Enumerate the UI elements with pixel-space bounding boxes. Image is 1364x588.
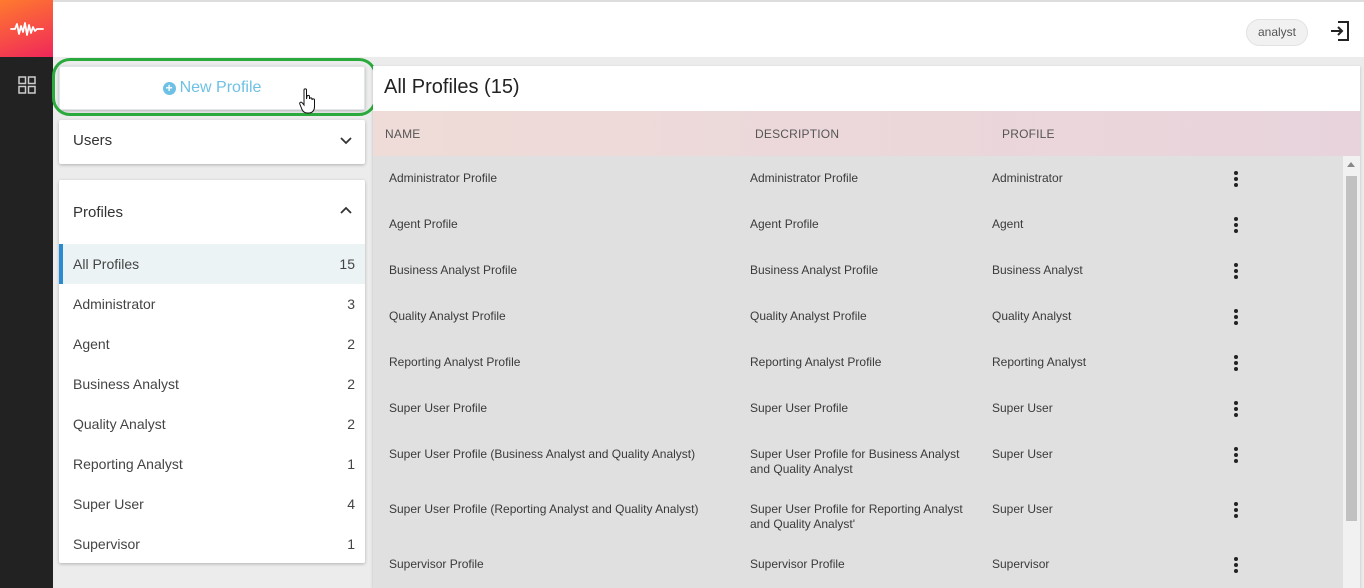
profile-filter-label: Supervisor [73, 536, 140, 552]
profile-filter-administrator[interactable]: Administrator 3 [59, 284, 365, 324]
table-row[interactable]: Business Analyst Profile Business Analys… [373, 248, 1343, 294]
table-row[interactable]: Quality Analyst Profile Quality Analyst … [373, 294, 1343, 340]
page-title: All Profiles (15) [384, 76, 520, 98]
profile-filter-count: 3 [347, 296, 355, 312]
row-menu-icon[interactable] [1231, 502, 1241, 520]
profile-filter-count: 2 [347, 376, 355, 392]
profile-filter-count: 15 [339, 256, 355, 272]
profile-filter-count: 4 [347, 496, 355, 512]
scrollbar-thumb[interactable] [1346, 176, 1357, 521]
profile-filter-count: 1 [347, 536, 355, 552]
cell-name: Super User Profile [389, 401, 488, 415]
cell-profile: Super User [992, 502, 1053, 516]
profile-filter-super-user[interactable]: Super User 4 [59, 484, 365, 524]
row-menu-icon[interactable] [1231, 309, 1241, 327]
cell-description: Super User Profile for Business Analyst … [750, 447, 960, 476]
cell-profile: Super User [992, 447, 1053, 461]
cell-name: Quality Analyst Profile [389, 309, 506, 323]
table-header: NAME DESCRIPTION PROFILE [373, 111, 1360, 156]
cell-profile: Supervisor [992, 557, 1050, 571]
top-bar: analyst [53, 0, 1364, 57]
profile-filter-quality-analyst[interactable]: Quality Analyst 2 [59, 404, 365, 444]
column-header-description[interactable]: DESCRIPTION [755, 127, 839, 141]
column-header-profile[interactable]: PROFILE [1002, 127, 1055, 141]
profile-filter-label: Super User [73, 496, 144, 512]
table-row[interactable]: Agent Profile Agent Profile Agent [373, 202, 1343, 248]
profiles-panel: All Profiles (15) NAME DESCRIPTION PROFI… [373, 66, 1360, 588]
user-badge[interactable]: analyst [1245, 19, 1308, 46]
table-row[interactable]: Super User Profile Super User Profile Su… [373, 386, 1343, 432]
table-row[interactable]: Reporting Analyst Profile Reporting Anal… [373, 340, 1343, 386]
profile-filter-label: Administrator [73, 296, 156, 312]
table-row[interactable]: Super User Profile (Reporting Analyst an… [373, 487, 1343, 542]
profile-filter-label: Quality Analyst [73, 416, 166, 432]
cell-name: Reporting Analyst Profile [389, 355, 521, 369]
row-menu-icon[interactable] [1231, 263, 1241, 281]
chevron-up-icon[interactable] [339, 205, 353, 215]
profile-filter-label: Reporting Analyst [73, 456, 183, 472]
table-scrollbar[interactable] [1343, 156, 1360, 588]
table-row[interactable]: Supervisor Profile Supervisor Profile Su… [373, 542, 1343, 588]
profile-filter-supervisor[interactable]: Supervisor 1 [59, 524, 365, 564]
cell-profile: Reporting Analyst [992, 355, 1087, 369]
cell-name: Supervisor Profile [389, 557, 484, 571]
new-profile-label: New Profile [179, 79, 262, 96]
profile-filter-list: All Profiles 15 Administrator 3 Agent 2 … [59, 244, 365, 564]
chevron-down-icon [340, 137, 352, 145]
new-profile-button[interactable]: + New Profile [59, 66, 365, 110]
profile-filter-agent[interactable]: Agent 2 [59, 324, 365, 364]
users-accordion[interactable]: Users [59, 120, 365, 164]
profiles-accordion: Profiles All Profiles 15 Administrator 3… [59, 180, 365, 563]
column-header-name[interactable]: NAME [385, 127, 420, 141]
row-menu-icon[interactable] [1231, 401, 1241, 419]
profile-filter-label: All Profiles [73, 256, 140, 272]
logout-button[interactable] [1328, 19, 1352, 43]
profile-filter-count: 1 [347, 456, 355, 472]
users-title: Users [73, 132, 113, 149]
cell-profile: Super User [992, 401, 1053, 415]
app-logo[interactable] [0, 0, 53, 57]
row-menu-icon[interactable] [1231, 447, 1241, 465]
cell-profile: Quality Analyst [992, 309, 1072, 323]
cell-profile: Agent [992, 217, 1024, 231]
app-rail [0, 0, 53, 588]
cell-name: Super User Profile (Reporting Analyst an… [389, 502, 699, 516]
cell-name: Super User Profile (Business Analyst and… [389, 447, 696, 461]
cell-description: Agent Profile [750, 217, 819, 231]
cell-description: Super User Profile [750, 401, 849, 415]
cell-description: Supervisor Profile [750, 557, 845, 571]
plus-circle-icon: + [162, 81, 176, 95]
waveform-logo-icon [9, 21, 44, 36]
cell-name: Agent Profile [389, 217, 458, 231]
profile-filter-label: Business Analyst [73, 376, 179, 392]
profile-filter-label: Agent [73, 336, 110, 352]
profile-filter-count: 2 [347, 336, 355, 352]
apps-grid-button[interactable] [0, 70, 53, 100]
scroll-up-arrow-icon[interactable] [1347, 162, 1355, 167]
profiles-title: Profiles [73, 204, 124, 221]
table-row[interactable]: Super User Profile (Business Analyst and… [373, 432, 1343, 487]
cell-profile: Administrator [992, 171, 1063, 185]
cell-description: Quality Analyst Profile [750, 309, 867, 323]
cell-description: Administrator Profile [750, 171, 859, 185]
table-body: Administrator Profile Administrator Prof… [373, 156, 1343, 588]
row-menu-icon[interactable] [1231, 217, 1241, 235]
profile-filter-reporting-analyst[interactable]: Reporting Analyst 1 [59, 444, 365, 484]
profile-filter-count: 2 [347, 416, 355, 432]
row-menu-icon[interactable] [1231, 171, 1241, 189]
cell-description: Business Analyst Profile [750, 263, 879, 277]
cell-description: Super User Profile for Reporting Analyst… [750, 502, 963, 531]
table-row[interactable]: Administrator Profile Administrator Prof… [373, 156, 1343, 202]
row-menu-icon[interactable] [1231, 557, 1241, 575]
cell-profile: Business Analyst [992, 263, 1083, 277]
logout-icon [1331, 21, 1349, 41]
profile-filter-business-analyst[interactable]: Business Analyst 2 [59, 364, 365, 404]
grid-icon [17, 76, 36, 94]
cell-description: Reporting Analyst Profile [750, 355, 882, 369]
cell-name: Administrator Profile [389, 171, 498, 185]
cell-name: Business Analyst Profile [389, 263, 518, 277]
profile-filter-all[interactable]: All Profiles 15 [59, 244, 365, 284]
row-menu-icon[interactable] [1231, 355, 1241, 373]
